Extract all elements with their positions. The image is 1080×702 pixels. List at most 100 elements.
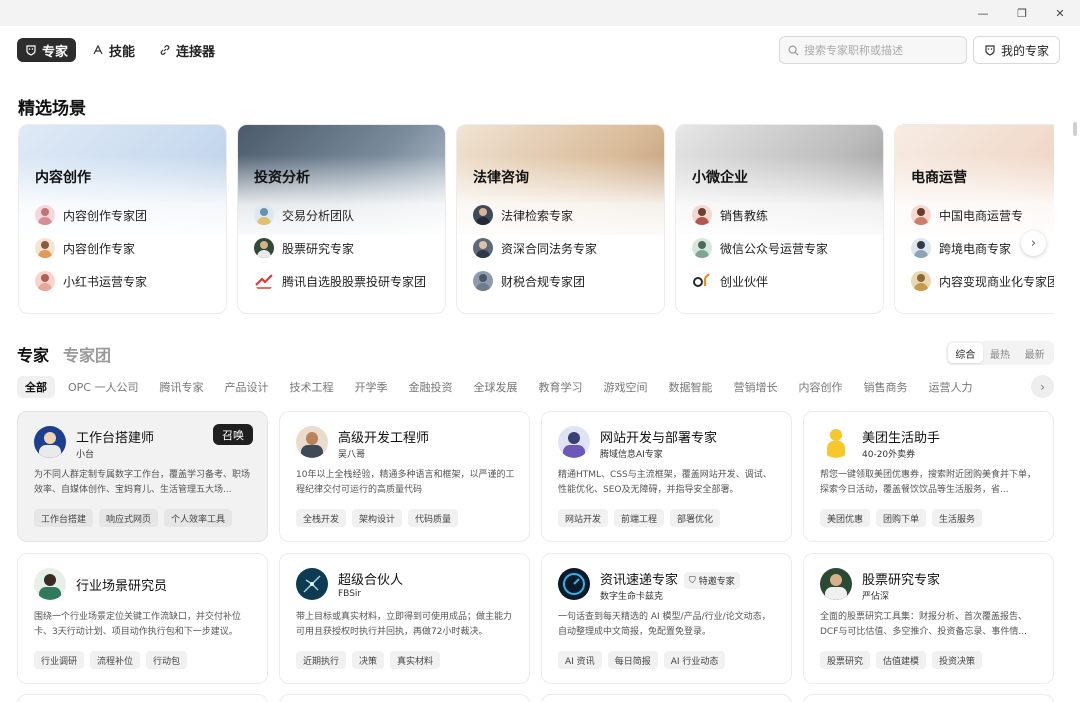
category-item[interactable]: 开学季: [346, 376, 395, 398]
expert-card[interactable]: [541, 694, 792, 702]
avatar: [911, 205, 931, 225]
sort-overall[interactable]: 综合: [948, 343, 983, 363]
sort-hot[interactable]: 最热: [983, 343, 1018, 363]
tab-skills[interactable]: 技能: [84, 38, 143, 62]
expert-author: 吴八哥: [338, 450, 366, 460]
expert-card[interactable]: 行业场景研究员 围绕一个行业场景定位关键工作流缺口，并交付补位卡、3天行动计划、…: [17, 553, 268, 684]
category-item[interactable]: 销售商务: [855, 376, 915, 398]
category-item[interactable]: 腾讯专家: [151, 376, 211, 398]
category-all[interactable]: 全部: [17, 376, 55, 398]
expert-tag: 投资决策: [932, 651, 983, 669]
scene-item[interactable]: 中国电商运营专: [911, 205, 1054, 225]
category-item[interactable]: 数据智能: [660, 376, 720, 398]
tab-expert-teams[interactable]: 专家团: [63, 342, 111, 366]
scene-item[interactable]: 法律检索专家: [473, 205, 597, 225]
category-item[interactable]: 内容创作: [790, 376, 850, 398]
category-item[interactable]: 技术工程: [281, 376, 341, 398]
scene-item[interactable]: 腾讯自选股股票投研专家团: [254, 271, 426, 291]
experts-header: 专家 专家团: [17, 342, 111, 366]
search-icon: [788, 45, 799, 56]
scenes-next-button[interactable]: ›: [1021, 231, 1046, 256]
scene-title: 投资分析: [254, 170, 310, 186]
scene-title: 内容创作: [35, 170, 91, 186]
scene-item[interactable]: 微信公众号运营专家: [692, 238, 828, 258]
avatar: [558, 568, 590, 600]
top-nav: 专家 技能 连接器: [17, 38, 223, 62]
avatar: [820, 568, 852, 600]
scene-card-smallbiz[interactable]: 小微企业 销售教练 微信公众号运营专家 创业伙伴: [675, 124, 884, 314]
expert-author: 腾域信息AI专家: [600, 450, 663, 460]
scene-item[interactable]: 创业伙伴: [692, 271, 828, 291]
scene-item[interactable]: 内容创作专家: [35, 238, 147, 258]
expert-name: 资讯速递专家 ⛉ 特邀专家: [600, 569, 740, 589]
vertical-scrollbar[interactable]: [1073, 122, 1077, 136]
categories-next-button[interactable]: ›: [1031, 375, 1054, 398]
scene-card-ecommerce[interactable]: 电商运营 中国电商运营专 跨境电商专家 内容变现商业化专家团: [894, 124, 1054, 314]
expert-icon: [985, 45, 995, 56]
scene-item[interactable]: 财税合规专家团: [473, 271, 597, 291]
invited-badge: ⛉ 特邀专家: [684, 572, 740, 589]
scene-card-content[interactable]: 内容创作 内容创作专家团 内容创作专家 小红书运营专家: [18, 124, 227, 314]
expert-tag: 估值建模: [876, 651, 927, 669]
scene-item[interactable]: 内容创作专家团: [35, 205, 147, 225]
skill-icon: [93, 44, 103, 55]
expert-card[interactable]: 高级开发工程师 吴八哥 10年以上全栈经验，精通多种语言和框架，以严谨的工程纪律…: [279, 411, 530, 542]
category-item[interactable]: OPC 一人公司: [60, 376, 146, 398]
my-experts-button[interactable]: 我的专家: [973, 36, 1060, 64]
category-item[interactable]: 运营人力: [920, 376, 980, 398]
expert-card[interactable]: 网站开发与部署专家 腾域信息AI专家 精通HTML、CSS与主流框架，覆盖网站开…: [541, 411, 792, 542]
expert-name: 美团生活助手: [862, 431, 941, 446]
expert-card[interactable]: 资讯速递专家 ⛉ 特邀专家 数字生命卡兹克 一句话查到每天精选的 AI 模型/产品/…: [541, 553, 792, 684]
category-item[interactable]: 营销增长: [725, 376, 785, 398]
scene-item[interactable]: 小红书运营专家: [35, 271, 147, 291]
category-item[interactable]: 产品设计: [216, 376, 276, 398]
expert-card[interactable]: [17, 694, 268, 702]
avatar: [473, 205, 493, 225]
category-item[interactable]: 金融投资: [400, 376, 460, 398]
avatar: [473, 271, 493, 291]
expert-card[interactable]: 美团生活助手 40-20外卖券 帮您一键领取美团优惠券，搜索附近团购美食并下单，…: [803, 411, 1054, 542]
scene-item[interactable]: 资深合同法务专家: [473, 238, 597, 258]
scene-card-legal[interactable]: 法律咨询 法律检索专家 资深合同法务专家 财税合规专家团: [456, 124, 665, 314]
expert-description: 帮您一键领取美团优惠券，搜索附近团购美食并下单，探索今日活动，覆盖餐饮饮品等生活…: [820, 470, 1037, 495]
expert-tag: 团购下单: [876, 509, 927, 527]
minimize-button[interactable]: —: [969, 4, 997, 22]
tab-experts-list[interactable]: 专家: [17, 342, 49, 366]
search-input[interactable]: [804, 43, 954, 57]
expert-tag: 生活服务: [932, 509, 983, 527]
scene-title: 电商运营: [911, 170, 967, 186]
category-item[interactable]: 游戏空间: [595, 376, 655, 398]
expert-name: 高级开发工程师: [338, 431, 430, 446]
category-item[interactable]: 全球发展: [465, 376, 525, 398]
scene-item[interactable]: 销售教练: [692, 205, 828, 225]
expert-tag: 响应式网页: [99, 509, 159, 527]
chevron-right-icon: ›: [1030, 236, 1037, 251]
expert-tag: 每日简报: [607, 651, 658, 669]
expert-author: 数字生命卡兹克: [600, 592, 664, 602]
expert-card[interactable]: [803, 694, 1054, 702]
scene-item[interactable]: 交易分析团队: [254, 205, 426, 225]
scene-item[interactable]: 内容变现商业化专家团: [911, 271, 1054, 291]
avatar: [34, 568, 66, 600]
search-box[interactable]: [779, 36, 967, 64]
tab-experts[interactable]: 专家: [17, 38, 77, 62]
scene-item[interactable]: 股票研究专家: [254, 238, 426, 258]
scene-card-invest[interactable]: 投资分析 交易分析团队 股票研究专家 腾讯自选股股票投研专家团: [237, 124, 446, 314]
expert-card[interactable]: [279, 694, 530, 702]
avatar: [473, 238, 493, 258]
avatar: [254, 238, 274, 258]
expert-card[interactable]: 股票研究专家 严佔深 全面的股票研究工具集：财报分析、首次覆盖报告、DCF与可比…: [803, 553, 1054, 684]
expert-name: 行业场景研究员: [76, 579, 168, 594]
summon-button[interactable]: 召唤: [213, 424, 253, 445]
expert-tag: 工作台搭建: [34, 509, 94, 527]
tab-connectors[interactable]: 连接器: [151, 38, 223, 62]
expert-card[interactable]: 超级合伙人 FBSir 带上目标或真实材料，立即得到可使用成品；做主能力可用且获…: [279, 553, 530, 684]
meituan-mascot-avatar: [820, 426, 852, 458]
maximize-button[interactable]: ❐: [1008, 4, 1036, 22]
my-experts-label: 我的专家: [1000, 43, 1049, 58]
expert-card[interactable]: 工作台搭建师 小台 召唤 为不同人群定制专属数字工作台，覆盖学习备考、职场效率、…: [17, 411, 268, 542]
category-item[interactable]: 教育学习: [530, 376, 590, 398]
close-button[interactable]: ✕: [1046, 4, 1074, 22]
expert-author: 小台: [76, 450, 95, 460]
sort-new[interactable]: 最新: [1017, 343, 1052, 363]
